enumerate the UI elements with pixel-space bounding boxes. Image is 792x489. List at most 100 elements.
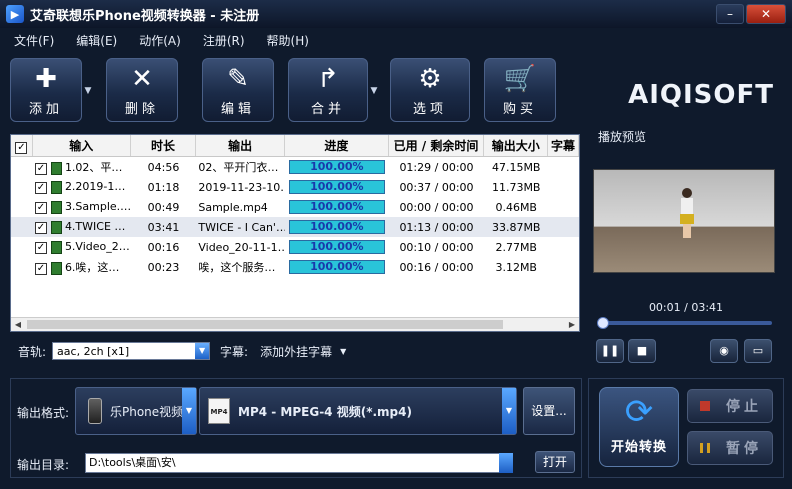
- table-row[interactable]: ✓ 5.Video_2… 00:16 Video_20-11-1… 100.00%…: [11, 237, 579, 257]
- audio-row: 音轨: aac, 2ch [x1] ▼ 字幕: 添加外挂字幕 ▼: [18, 342, 346, 360]
- table-row[interactable]: ✓ 4.TWICE … 03:41 TWICE - I Can'… 100.00%…: [11, 217, 579, 237]
- close-button[interactable]: ✕: [746, 4, 786, 24]
- edit-button[interactable]: ✎ 编辑: [202, 58, 274, 122]
- menu-help[interactable]: 帮助(H): [267, 32, 309, 49]
- row-time: 01:29 / 00:00: [399, 160, 474, 174]
- chevron-down-icon[interactable]: [499, 453, 513, 473]
- row-output: Sample.mp4: [198, 200, 268, 214]
- chevron-down-icon[interactable]: ▼: [81, 81, 95, 101]
- horizontal-scrollbar[interactable]: ◀ ▶: [11, 317, 579, 331]
- row-output: 2019-11-23-10…: [198, 180, 286, 194]
- pause-icon[interactable]: ❚❚: [596, 339, 624, 363]
- buy-button[interactable]: 🛒 购买: [484, 58, 556, 122]
- header-input[interactable]: 输入: [33, 135, 131, 156]
- format-select[interactable]: MP4 MP4 - MPEG-4 视频(*.mp4) ▼: [199, 387, 517, 435]
- row-checkbox[interactable]: ✓: [34, 163, 47, 175]
- scroll-left-icon[interactable]: ◀: [11, 318, 25, 331]
- progress-bar: 100.00%: [288, 240, 385, 254]
- film-icon: [50, 240, 62, 254]
- header-time[interactable]: 已用 / 剩余时间: [389, 135, 485, 156]
- chevron-down-icon[interactable]: ▼: [340, 347, 346, 356]
- output-dir-input[interactable]: D:\tools\桌面\安\: [85, 453, 513, 473]
- table-row[interactable]: ✓ 1.02、平… 04:56 02、平开门衣… 100.00% 01:29 / …: [11, 157, 579, 177]
- options-button[interactable]: ⚙ 选项: [390, 58, 470, 122]
- stop-icon[interactable]: ■: [628, 339, 656, 363]
- seek-knob[interactable]: [596, 317, 609, 329]
- title-bar: ▶ 艾奇联想乐Phone视频转换器 - 未注册 – ✕: [0, 0, 792, 28]
- stop-label: 停止: [726, 399, 762, 415]
- delete-button[interactable]: ✕ 删除: [106, 58, 178, 122]
- progress-bar: 100.00%: [288, 200, 385, 214]
- header-progress[interactable]: 进度: [285, 135, 389, 156]
- chevron-down-icon[interactable]: ▼: [502, 388, 516, 434]
- table-row[interactable]: ✓ 6.唉，这… 00:23 唉，这个服务… 100.00% 00:16 / 00…: [11, 257, 579, 277]
- convert-cycle-icon: ⟳: [624, 392, 654, 432]
- header-size[interactable]: 输出大小: [484, 135, 549, 156]
- device-select[interactable]: 乐Phone视频 ▼: [75, 387, 197, 435]
- table-row[interactable]: ✓ 2.2019-1… 01:18 2019-11-23-10… 100.00% …: [11, 177, 579, 197]
- header-duration[interactable]: 时长: [131, 135, 197, 156]
- row-checkbox[interactable]: ✓: [34, 202, 47, 214]
- chevron-down-icon[interactable]: ▼: [195, 343, 210, 359]
- row-checkbox[interactable]: ✓: [34, 222, 47, 234]
- merge-button[interactable]: ↱ 合并 ▼: [288, 58, 377, 122]
- menu-bar: 文件(F) 编辑(E) 动作(A) 注册(R) 帮助(H): [0, 28, 792, 52]
- table-row[interactable]: ✓ 3.Sample.… 00:49 Sample.mp4 100.00% 00:…: [11, 197, 579, 217]
- film-icon: [50, 220, 62, 234]
- delete-x-icon: ✕: [131, 63, 153, 94]
- progress-bar: 100.00%: [288, 260, 385, 274]
- progress-bar: 100.00%: [288, 180, 385, 194]
- menu-register[interactable]: 注册(R): [203, 32, 245, 49]
- chevron-down-icon[interactable]: ▼: [182, 388, 196, 434]
- subtitle-label: 字幕:: [220, 344, 249, 359]
- folder-icon[interactable]: ▭: [744, 339, 772, 363]
- row-time: 00:37 / 00:00: [399, 180, 474, 194]
- audio-track-select[interactable]: aac, 2ch [x1] ▼: [52, 342, 211, 360]
- chevron-down-icon[interactable]: ▼: [367, 81, 381, 101]
- settings-button[interactable]: 设置...: [523, 387, 575, 435]
- scroll-thumb[interactable]: [27, 320, 503, 329]
- phone-icon: [88, 398, 102, 424]
- mp4-file-icon: MP4: [208, 398, 230, 424]
- device-value: 乐Phone视频: [110, 404, 184, 419]
- open-button[interactable]: 打开: [535, 451, 575, 473]
- row-size: 11.73MB: [491, 180, 541, 194]
- dir-label: 输出目录:: [17, 458, 70, 472]
- menu-edit[interactable]: 编辑(E): [76, 32, 117, 49]
- row-output: Video_20-11-1…: [198, 240, 286, 254]
- camera-icon[interactable]: ◉: [710, 339, 738, 363]
- row-output: TWICE - I Can'…: [198, 220, 286, 234]
- options-label: 选项: [412, 101, 447, 117]
- playback-time: 00:01 / 03:41: [648, 301, 724, 314]
- minimize-button[interactable]: –: [716, 4, 744, 24]
- row-size: 2.77MB: [495, 240, 537, 254]
- menu-action[interactable]: 动作(A): [139, 32, 181, 49]
- list-header: ✓ 输入 时长 输出 进度 已用 / 剩余时间 输出大小 字幕: [11, 135, 579, 157]
- seek-bar[interactable]: [596, 317, 772, 329]
- pause-button[interactable]: 暂停: [687, 431, 773, 465]
- scroll-right-icon[interactable]: ▶: [565, 318, 579, 331]
- subtitle-select[interactable]: 添加外挂字幕: [260, 343, 332, 360]
- row-time: 00:10 / 00:00: [399, 240, 474, 254]
- row-input: 4.TWICE …: [64, 220, 126, 233]
- row-size: 0.46MB: [495, 200, 537, 214]
- row-checkbox[interactable]: ✓: [34, 182, 47, 194]
- stop-button[interactable]: 停止: [687, 389, 773, 423]
- row-duration: 00:16: [147, 240, 180, 254]
- row-checkbox[interactable]: ✓: [34, 242, 47, 254]
- row-time: 00:16 / 00:00: [399, 260, 474, 274]
- row-checkbox[interactable]: ✓: [34, 263, 47, 275]
- row-time: 00:00 / 00:00: [399, 200, 474, 214]
- row-input: 3.Sample.…: [64, 200, 131, 213]
- menu-file[interactable]: 文件(F): [14, 32, 54, 49]
- header-subtitle[interactable]: 字幕: [548, 135, 579, 156]
- row-input: 1.02、平…: [64, 161, 123, 174]
- select-all-checkbox[interactable]: ✓: [11, 135, 33, 156]
- film-icon: [50, 161, 62, 175]
- cart-icon: 🛒: [503, 63, 537, 94]
- header-output[interactable]: 输出: [196, 135, 286, 156]
- add-button[interactable]: ✚ 添加 ▼: [10, 58, 91, 122]
- start-convert-button[interactable]: ⟳ 开始转换: [599, 387, 679, 467]
- edit-label: 编辑: [220, 101, 255, 117]
- film-edit-icon: ✎: [227, 63, 249, 94]
